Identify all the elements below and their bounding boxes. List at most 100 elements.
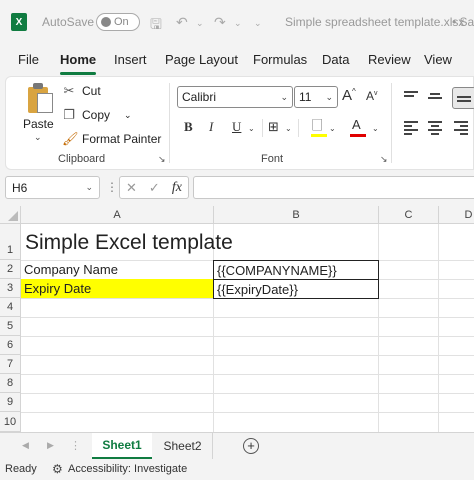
column-header-a[interactable]: A: [21, 206, 214, 224]
cell-a1[interactable]: Simple Excel template: [21, 226, 461, 260]
row-header[interactable]: 5: [0, 317, 21, 336]
borders-icon[interactable]: ⊞: [268, 119, 279, 135]
row-header[interactable]: 7: [0, 355, 21, 374]
borders-dropdown-icon[interactable]: ⌄: [285, 124, 292, 133]
tab-formulas[interactable]: Formulas: [253, 52, 307, 67]
tab-data[interactable]: Data: [322, 52, 349, 67]
fill-color-dropdown-icon[interactable]: ⌄: [329, 124, 336, 133]
font-name-select[interactable]: Calibri ⌄: [177, 86, 293, 108]
accessibility-icon[interactable]: ⚙: [52, 462, 63, 476]
enter-icon[interactable]: ✓: [149, 180, 160, 196]
row-header[interactable]: 2: [0, 260, 21, 279]
ribbon-home: Paste ⌄ ✂ Cut ❐ Copy ⌄ 🖌 Format Painter …: [5, 76, 474, 170]
align-middle-icon[interactable]: [428, 93, 442, 105]
cell-a2[interactable]: Company Name: [21, 260, 213, 279]
tab-insert[interactable]: Insert: [114, 52, 147, 67]
align-bottom-icon: [457, 96, 471, 108]
row-header[interactable]: 1: [0, 224, 21, 260]
font-group-label: Font: [261, 153, 284, 165]
redo-icon[interactable]: ↷: [214, 14, 226, 31]
insert-function-icon[interactable]: fx: [172, 180, 182, 196]
row-header[interactable]: 8: [0, 374, 21, 393]
paste-icon[interactable]: [28, 83, 54, 113]
cut-label: Cut: [82, 84, 101, 98]
increase-font-size-icon[interactable]: A^: [342, 87, 356, 104]
undo-icon[interactable]: ↶: [176, 14, 188, 31]
sheet-tab-bar: ◀ ▶ ⋮ Sheet1 Sheet2 +: [0, 432, 474, 460]
more-sheets-icon[interactable]: ⋮: [70, 439, 81, 452]
copy-icon: ❐: [63, 107, 75, 122]
document-title: Simple spreadsheet template.xlsx: [285, 15, 465, 29]
clipboard-group-label: Clipboard: [58, 153, 106, 165]
column-header-b[interactable]: B: [214, 206, 379, 224]
copy-button[interactable]: ❐ Copy ⌄: [62, 107, 132, 123]
row-header[interactable]: 3: [0, 279, 21, 298]
underline-dropdown-icon[interactable]: ⌄: [248, 124, 255, 133]
paste-dropdown-icon[interactable]: ⌄: [34, 132, 42, 143]
font-color-icon[interactable]: A: [352, 117, 361, 132]
cut-button[interactable]: ✂ Cut: [62, 83, 101, 99]
sheet-tab-sheet2[interactable]: Sheet2: [153, 433, 213, 459]
scissors-icon: ✂: [63, 83, 75, 98]
autosave-toggle[interactable]: On: [96, 13, 140, 31]
chevron-down-icon: ⌄: [85, 182, 93, 192]
accessibility-status[interactable]: Accessibility: Investigate: [68, 463, 187, 475]
decrease-font-size-icon[interactable]: Av: [366, 89, 378, 103]
column-header-d[interactable]: D: [439, 206, 474, 224]
row-header[interactable]: 10: [0, 412, 21, 432]
title-bar: X AutoSave On 🖫 ↶ ⌄ ↷ ⌄ ⌄ Simple spreads…: [0, 0, 474, 44]
tab-review[interactable]: Review: [368, 52, 411, 67]
paintbrush-icon: 🖌: [62, 131, 79, 146]
copy-dropdown-icon[interactable]: ⌄: [124, 110, 132, 121]
clipboard-launcher-icon[interactable]: ↘: [158, 154, 166, 165]
sheet-tab-sheet1[interactable]: Sheet1: [92, 433, 152, 459]
save-icon[interactable]: 🖫: [150, 14, 162, 38]
tab-page-layout[interactable]: Page Layout: [165, 52, 238, 67]
name-box[interactable]: H6 ⌄: [5, 176, 100, 199]
add-sheet-icon[interactable]: +: [243, 438, 259, 454]
align-top-icon[interactable]: [404, 91, 418, 103]
active-tab-indicator: [60, 72, 96, 75]
bold-icon[interactable]: B: [184, 119, 193, 135]
tab-view[interactable]: View: [424, 52, 452, 67]
name-box-value: H6: [12, 180, 28, 195]
autosave-state: On: [114, 16, 129, 28]
underline-icon[interactable]: U: [232, 119, 241, 135]
cell-a3[interactable]: Expiry Date: [21, 279, 213, 298]
font-size-value: 11: [299, 90, 312, 104]
row-header[interactable]: 9: [0, 393, 21, 412]
cell-b3[interactable]: {{ExpiryDate}}: [213, 279, 379, 299]
ready-status: Ready: [5, 463, 37, 475]
align-left-icon[interactable]: [404, 121, 418, 135]
customize-qat-icon[interactable]: ⌄: [254, 18, 262, 29]
font-launcher-icon[interactable]: ↘: [380, 154, 388, 165]
cell-b2[interactable]: {{COMPANYNAME}}: [213, 260, 379, 280]
align-center-icon[interactable]: [428, 121, 442, 135]
scroll-right-icon[interactable]: ▶: [47, 440, 54, 451]
tab-file[interactable]: File: [18, 52, 39, 67]
format-painter-button[interactable]: 🖌 Format Painter: [62, 131, 161, 147]
redo-dropdown-icon[interactable]: ⌄: [234, 18, 242, 29]
row-header[interactable]: 6: [0, 336, 21, 355]
chevron-down-icon: ⌄: [280, 91, 288, 102]
spreadsheet-grid: A B C D 1 2 3 4 5 6 7 8 9 10 Simple Exce…: [0, 206, 474, 432]
scroll-left-icon[interactable]: ◀: [22, 440, 29, 451]
font-size-select[interactable]: 11 ⌄: [294, 86, 338, 108]
font-color-dropdown-icon[interactable]: ⌄: [372, 124, 379, 133]
document-save-status: • Sa: [452, 15, 474, 29]
formula-input[interactable]: [193, 176, 474, 199]
select-all-button[interactable]: [0, 206, 21, 224]
cancel-icon[interactable]: ✕: [126, 180, 137, 196]
group-divider: [391, 83, 392, 163]
undo-dropdown-icon[interactable]: ⌄: [196, 18, 204, 29]
italic-icon[interactable]: I: [209, 119, 213, 135]
row-header[interactable]: 4: [0, 298, 21, 317]
align-right-icon[interactable]: [454, 121, 468, 135]
column-header-c[interactable]: C: [379, 206, 439, 224]
format-painter-label: Format Painter: [82, 132, 162, 146]
paste-button[interactable]: Paste: [23, 117, 54, 131]
font-divider: [298, 119, 299, 137]
ribbon-tabs: File Home Insert Page Layout Formulas Da…: [0, 44, 474, 74]
tab-home[interactable]: Home: [60, 52, 96, 67]
more-options-icon[interactable]: ⋮: [106, 180, 118, 194]
